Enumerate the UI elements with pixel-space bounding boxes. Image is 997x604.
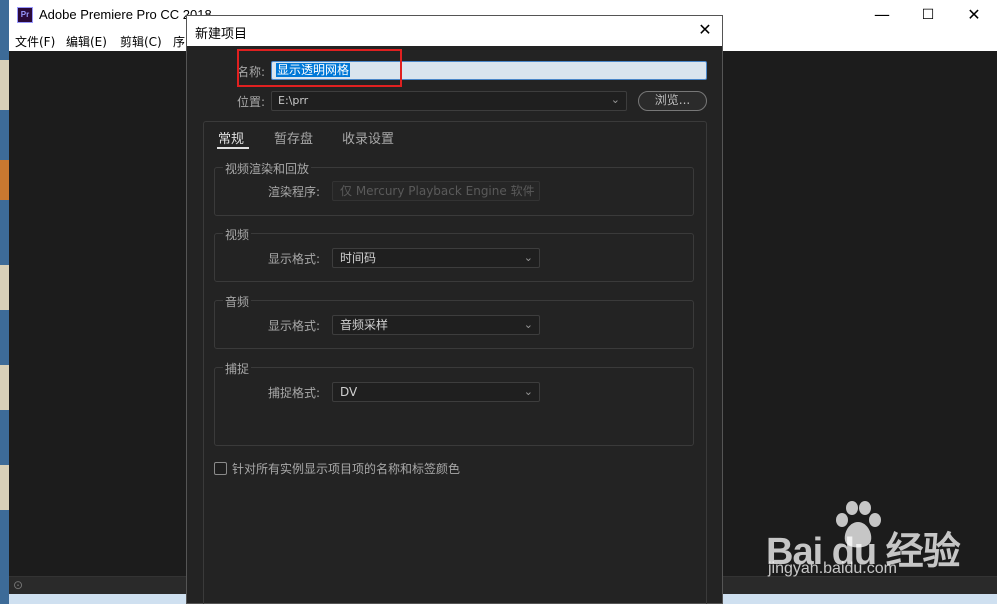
capture-format-value: DV: [340, 385, 358, 399]
video-display-format-label: 显示格式:: [268, 252, 321, 266]
chevron-down-icon: ⌄: [523, 184, 533, 197]
renderer-label: 渲染程序:: [268, 185, 321, 199]
baidu-watermark: Bai du 经验 jingyan.baidu.com: [766, 500, 961, 590]
dialog-titlebar[interactable]: 新建项目 ✕: [187, 16, 722, 46]
capture-format-select[interactable]: DV ⌄: [332, 382, 540, 402]
menu-edit[interactable]: 编辑(E): [66, 33, 107, 50]
browse-button[interactable]: 浏览...: [638, 91, 707, 111]
chevron-down-icon: ⌄: [610, 93, 620, 106]
desktop-icon[interactable]: [0, 265, 9, 310]
renderer-value: 仅 Mercury Playback Engine 软件: [340, 184, 535, 198]
render-group-title: 视频渲染和回放: [223, 160, 312, 177]
chevron-down-icon: ⌄: [523, 251, 533, 264]
highlight-annotation-box: [237, 49, 402, 87]
location-select[interactable]: E:\prr ⌄: [271, 91, 627, 111]
video-display-format-select[interactable]: 时间码 ⌄: [332, 248, 540, 268]
capture-group-title: 捕捉: [223, 360, 252, 377]
watermark-url: jingyan.baidu.com: [768, 560, 897, 577]
audio-group-title: 音频: [223, 293, 252, 310]
chevron-down-icon: ⌄: [523, 385, 533, 398]
video-group: 视频 显示格式: 时间码 ⌄: [214, 226, 694, 282]
desktop-icon[interactable]: [0, 160, 9, 200]
tab-ingest-settings[interactable]: 收录设置: [342, 128, 394, 147]
location-label: 位置:: [237, 95, 266, 109]
location-value: E:\prr: [278, 94, 309, 107]
capture-format-label: 捕捉格式:: [268, 386, 321, 400]
desktop-background: [0, 0, 9, 604]
capture-group: 捕捉 捕捉格式: DV ⌄: [214, 360, 694, 446]
premiere-logo-icon: Pr: [17, 7, 33, 23]
show-names-checkbox[interactable]: [214, 462, 227, 475]
desktop-icon[interactable]: [0, 60, 9, 110]
desktop-icon[interactable]: [0, 465, 9, 510]
close-button[interactable]: ✕: [951, 0, 997, 30]
render-group: 视频渲染和回放 渲染程序: 仅 Mercury Playback Engine …: [214, 160, 694, 216]
active-tab-indicator: [217, 147, 249, 149]
show-names-checkbox-label[interactable]: 针对所有实例显示项目项的名称和标签颜色: [232, 460, 460, 477]
tab-scratch-disks[interactable]: 暂存盘: [274, 128, 313, 147]
audio-display-format-value: 音频采样: [340, 318, 389, 332]
audio-group: 音频 显示格式: 音频采样 ⌄: [214, 293, 694, 349]
desktop-icon[interactable]: [0, 365, 9, 410]
menu-file[interactable]: 文件(F): [15, 33, 55, 50]
new-project-dialog: 新建项目 ✕ 名称: 显示透明网格 位置: E:\prr ⌄ 浏览... 常规 …: [186, 15, 723, 604]
maximize-button[interactable]: ☐: [905, 0, 951, 30]
video-group-title: 视频: [223, 226, 252, 243]
tab-general[interactable]: 常规: [218, 128, 244, 147]
dialog-title: 新建项目: [195, 27, 248, 42]
render-status-icon: ⊙: [13, 578, 24, 592]
video-display-format-value: 时间码: [340, 251, 377, 265]
chevron-down-icon: ⌄: [523, 318, 533, 331]
audio-display-format-label: 显示格式:: [268, 319, 321, 333]
screen: Pr Adobe Premiere Pro CC 2018 — ☐ ✕ 文件(F…: [0, 0, 997, 604]
menu-sequence[interactable]: 序: [173, 33, 185, 50]
renderer-select[interactable]: 仅 Mercury Playback Engine 软件 ⌄: [332, 181, 540, 201]
menu-clip[interactable]: 剪辑(C): [120, 33, 162, 50]
minimize-button[interactable]: —: [859, 0, 905, 30]
settings-tabs-panel: 常规 暂存盘 收录设置 视频渲染和回放 渲染程序: 仅 Mercury Play…: [203, 121, 707, 604]
audio-display-format-select[interactable]: 音频采样 ⌄: [332, 315, 540, 335]
dialog-close-button[interactable]: ✕: [694, 19, 716, 41]
